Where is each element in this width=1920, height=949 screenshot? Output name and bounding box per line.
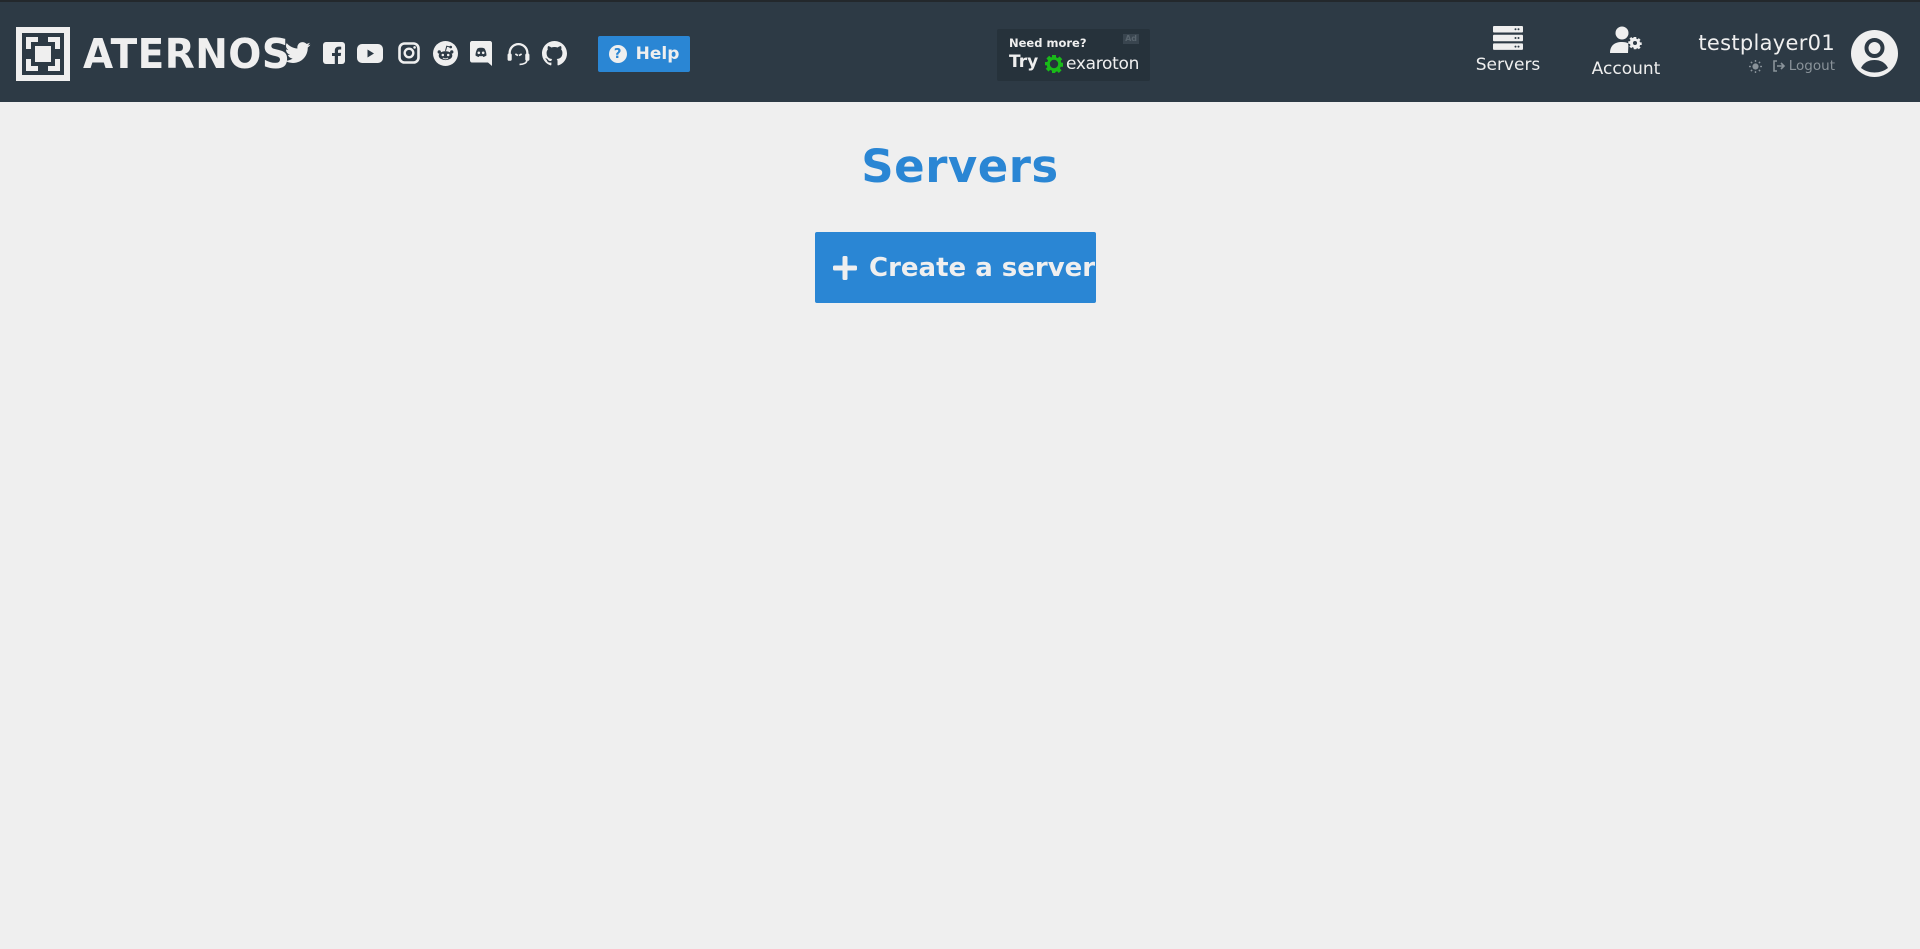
discord-icon	[470, 40, 492, 66]
twitter-icon	[285, 42, 311, 63]
sun-icon	[1748, 59, 1762, 73]
aternos-logo-link[interactable]: ATERNOS	[16, 27, 301, 81]
avatar[interactable]	[1851, 30, 1898, 77]
user-actions: Logout	[1748, 58, 1835, 74]
brand-name: ATERNOS	[83, 30, 291, 78]
youtube-link[interactable]	[357, 40, 383, 66]
logout-link[interactable]: Logout	[1772, 58, 1835, 74]
facebook-link[interactable]	[321, 40, 347, 66]
nav-account-label: Account	[1591, 59, 1661, 79]
github-icon	[541, 40, 567, 65]
page-title: Servers	[861, 140, 1059, 193]
question-circle-icon: ?	[608, 45, 627, 63]
youtube-icon	[357, 43, 383, 63]
create-server-label: Create a server	[869, 252, 1096, 283]
ad-try-label: Try	[1009, 52, 1039, 72]
theme-toggle-button[interactable]	[1748, 59, 1762, 73]
github-link[interactable]	[541, 40, 567, 66]
nav-servers-label: Servers	[1475, 55, 1541, 75]
help-button[interactable]: ? Help	[598, 36, 690, 72]
exaroton-gear-icon	[1045, 55, 1063, 73]
help-label: Help	[635, 44, 680, 64]
exaroton-logo: exaroton	[1045, 54, 1139, 74]
user-avatar-icon	[1861, 38, 1888, 73]
servers-icon	[1493, 26, 1523, 50]
logout-label: Logout	[1788, 58, 1835, 74]
exaroton-ad[interactable]: Need more? Try exaroton Ad	[997, 29, 1150, 81]
plus-icon	[833, 255, 857, 280]
ad-badge: Ad	[1123, 34, 1139, 44]
top-navbar: ATERNOS ? Help Need more? Try exaroton A…	[0, 0, 1920, 102]
aternos-logo-icon	[16, 27, 70, 81]
discord-link[interactable]	[468, 40, 494, 66]
instagram-link[interactable]	[396, 40, 422, 66]
nav-account[interactable]: Account	[1586, 26, 1666, 84]
logout-icon	[1772, 60, 1785, 72]
facebook-icon	[323, 42, 345, 64]
ad-brand-name: exaroton	[1066, 54, 1140, 74]
twitter-link[interactable]	[285, 40, 311, 66]
instagram-icon	[398, 42, 420, 64]
reddit-icon	[432, 40, 458, 66]
support-link[interactable]	[505, 40, 531, 66]
nav-servers[interactable]: Servers	[1470, 26, 1546, 84]
create-server-button[interactable]: Create a server	[815, 232, 1096, 303]
username: testplayer01	[1698, 31, 1835, 55]
reddit-link[interactable]	[432, 40, 458, 66]
support-headset-icon	[507, 42, 529, 65]
account-settings-icon	[1610, 26, 1642, 53]
ad-headline: Need more?	[1009, 36, 1087, 50]
